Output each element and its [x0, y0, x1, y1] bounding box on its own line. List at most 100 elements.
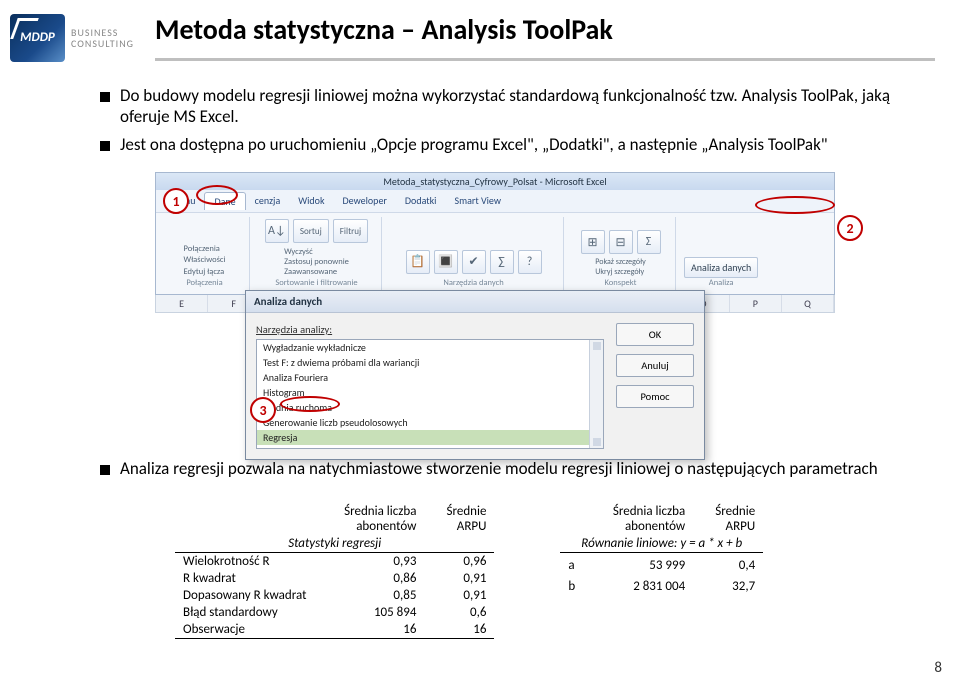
ok-button[interactable]: OK: [616, 323, 694, 346]
tl-r1-v1: 0,86: [314, 570, 424, 587]
remove-dup-icon[interactable]: 🔳: [434, 250, 458, 274]
btn-clear[interactable]: Wyczyść: [284, 247, 349, 257]
bullet-1-text: Do budowy modelu regresji liniowej można…: [120, 85, 920, 128]
help-button[interactable]: Pomoc: [616, 385, 694, 408]
bullet-2-text: Jest ona dostępna po uruchomieniu „Opcje…: [120, 134, 828, 155]
tr-r1-l: b: [560, 578, 583, 595]
group-tools: 📋 🔳 ✔ ∑ ? Narzędzia danych: [384, 217, 564, 290]
tab-smartview[interactable]: Smart View: [445, 192, 510, 210]
analysis-dialog: Analiza danych Narzędzia analizy: Wygład…: [245, 290, 705, 460]
col-e[interactable]: E: [156, 295, 208, 312]
logo-abbr: MDDP: [20, 30, 55, 45]
ribbon-body: Połączenia Właściwości Edytuj łącza Połą…: [156, 212, 834, 294]
listbox-scrollbar[interactable]: [589, 340, 603, 448]
title-divider: [155, 58, 935, 61]
tr-h1: Średnia liczba abonentów: [583, 503, 693, 535]
validation-icon[interactable]: ✔: [462, 250, 486, 274]
tl-r2-l: Dopasowany R kwadrat: [175, 587, 314, 604]
filter-button[interactable]: Filtruj: [333, 219, 368, 243]
tab-widok[interactable]: Widok: [289, 192, 333, 210]
group-connections: Połączenia Właściwości Edytuj łącza Połą…: [160, 217, 250, 290]
list-item-selected[interactable]: Regresja: [257, 430, 603, 445]
bullet-2: Jest ona dostępna po uruchomieniu „Opcje…: [100, 134, 920, 155]
btn-edytuj[interactable]: Edytuj łącza: [184, 267, 226, 278]
marker-3-ring: [280, 396, 340, 412]
tl-r3-v1: 105 894: [314, 604, 424, 621]
tab-recenzja[interactable]: cenzja: [246, 192, 290, 210]
analysis-listbox[interactable]: Wygładzanie wykładnicze Test F: z dwiema…: [256, 339, 604, 449]
tl-section: Statystyki regresji: [175, 535, 494, 553]
group-label-sort: Sortowanie i filtrowanie: [275, 278, 357, 288]
bullet-square-icon: [100, 92, 110, 102]
list-item[interactable]: Generowanie liczb pseudolosowych: [257, 415, 603, 430]
group-label-connections: Połączenia: [186, 278, 222, 288]
tl-r4-v2: 16: [424, 621, 494, 639]
ribbon-tabs: Formu Dane cenzja Widok Deweloper Dodatk…: [156, 190, 834, 212]
tl-r3-l: Błąd standardowy: [175, 604, 314, 621]
page-title: Metoda statystyczna – Analysis ToolPak: [155, 12, 613, 47]
bullet-3-block: Analiza regresji pozwala na natychmiasto…: [100, 458, 920, 485]
table-left: Średnia liczba abonentów Średnie ARPU St…: [175, 503, 494, 639]
list-item[interactable]: Wygładzanie wykładnicze: [257, 340, 603, 355]
tr-r1-v2: 32,7: [693, 578, 763, 595]
tl-r2-v1: 0,85: [314, 587, 424, 604]
logo-mark: MDDP: [10, 14, 65, 62]
analiza-danych-button[interactable]: Analiza danych: [684, 257, 758, 278]
marker-3: 3: [250, 397, 276, 423]
logo-line2: CONSULTING: [71, 38, 134, 49]
intro-text: Do budowy modelu regresji liniowej można…: [100, 85, 920, 161]
excel-ribbon: Metoda_statystyczna_Cyfrowy_Polsat - Mic…: [155, 172, 835, 295]
whatif-icon[interactable]: ?: [518, 250, 542, 274]
tab-dodatki[interactable]: Dodatki: [396, 192, 446, 210]
tab-deweloper[interactable]: Deweloper: [334, 192, 396, 210]
ungroup-icon[interactable]: ⊟: [609, 230, 633, 254]
tl-h2: Średnie ARPU: [424, 503, 494, 535]
table-right: Średnia liczba abonentów Średnie ARPU Ró…: [560, 503, 763, 595]
list-item[interactable]: Próbkowanie: [257, 445, 603, 449]
page-number: 8: [934, 659, 942, 677]
list-item[interactable]: Analiza Fouriera: [257, 370, 603, 385]
marker-1: 1: [163, 188, 189, 214]
group-icon[interactable]: ⊞: [581, 230, 605, 254]
logo-line1: BUSINESS: [71, 27, 134, 38]
tr-r1-v1: 2 831 004: [583, 578, 693, 595]
sort-button[interactable]: Sortuj: [293, 219, 329, 243]
cancel-button[interactable]: Anuluj: [616, 354, 694, 377]
tl-r0-l: Wielokrotność R: [175, 553, 314, 571]
subtotal-icon[interactable]: Σ: [637, 230, 661, 254]
consolidate-icon[interactable]: ∑: [490, 250, 514, 274]
dialog-title: Analiza danych: [246, 291, 704, 313]
excel-window-title: Metoda_statystyczna_Cyfrowy_Polsat - Mic…: [156, 173, 834, 190]
btn-advanced[interactable]: Zaawansowane: [284, 267, 349, 277]
tl-r0-v2: 0,96: [424, 553, 494, 571]
text-to-cols-icon[interactable]: 📋: [406, 250, 430, 274]
marker-2: 2: [837, 215, 863, 241]
group-outline: ⊞ ⊟ Σ Pokaż szczegóły Ukryj szczegóły Ko…: [566, 217, 676, 290]
logo: MDDP BUSINESS CONSULTING: [10, 10, 140, 65]
bullet-3-text: Analiza regresji pozwala na natychmiasto…: [120, 458, 878, 479]
tr-r0-v1: 53 999: [583, 557, 693, 574]
group-analysis: Analiza danych Analiza: [678, 217, 764, 290]
col-p[interactable]: P: [730, 295, 782, 312]
tl-r3-v2: 0,6: [424, 604, 494, 621]
group-sort: A↓ Sortuj Filtruj Wyczyść Zastosuj ponow…: [252, 217, 382, 290]
group-label-analysis: Analiza: [709, 278, 734, 288]
marker-2-ring: [755, 196, 835, 214]
col-q[interactable]: Q: [782, 295, 834, 312]
group-label-outline: Konspekt: [605, 278, 637, 288]
marker-1-ring: [196, 185, 238, 205]
tl-r1-v2: 0,91: [424, 570, 494, 587]
btn-reapply[interactable]: Zastosuj ponownie: [284, 257, 349, 267]
bullet-1: Do budowy modelu regresji liniowej można…: [100, 85, 920, 128]
btn-wlasciwosci[interactable]: Właściwości: [184, 255, 226, 266]
tr-r0-l: a: [560, 557, 583, 574]
tl-r4-l: Obserwacje: [175, 621, 314, 639]
tl-r0-v1: 0,93: [314, 553, 424, 571]
hide-detail[interactable]: Ukryj szczegóły: [595, 268, 645, 278]
tl-r1-l: R kwadrat: [175, 570, 314, 587]
sort-icon[interactable]: A↓: [265, 219, 289, 243]
btn-polaczenia[interactable]: Połączenia: [184, 244, 226, 255]
group-label-tools: Narzędzia danych: [443, 278, 503, 288]
dialog-label: Narzędzia analizy:: [256, 323, 604, 336]
list-item[interactable]: Test F: z dwiema próbami dla wariancji: [257, 355, 603, 370]
